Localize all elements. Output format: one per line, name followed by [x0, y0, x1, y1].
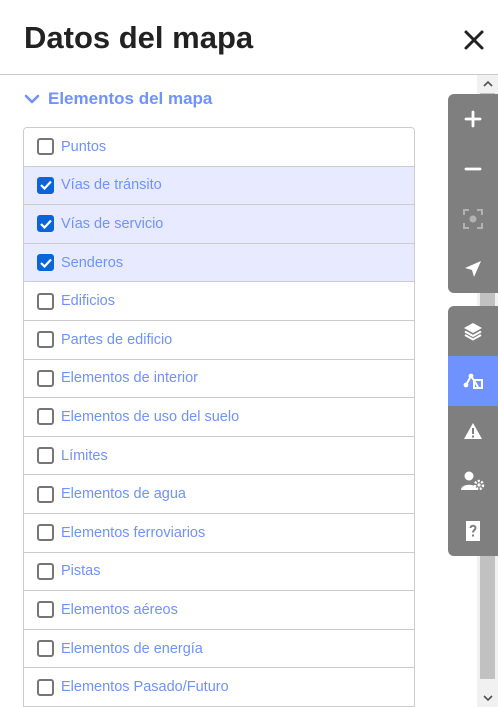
- feature-checkbox[interactable]: [37, 640, 54, 658]
- map-controls-panes: [448, 306, 498, 556]
- scroll-down-icon: [482, 695, 493, 702]
- zoom-to-selection-button[interactable]: [448, 194, 498, 244]
- feature-row[interactable]: Puntos: [24, 128, 414, 167]
- feature-label: Edificios: [61, 293, 115, 310]
- map-data-button[interactable]: [448, 356, 498, 406]
- preferences-button[interactable]: [448, 456, 498, 506]
- feature-label: Elementos de interior: [61, 370, 199, 387]
- feature-label: Partes de edificio: [61, 331, 173, 348]
- feature-label: Elementos de uso del suelo: [61, 408, 240, 425]
- map-controls-zoom: [448, 94, 498, 293]
- close-button[interactable]: [458, 24, 490, 56]
- feature-checkbox[interactable]: [37, 292, 54, 310]
- zoom-in-button[interactable]: [448, 94, 498, 144]
- geolocate-button[interactable]: [448, 244, 498, 293]
- feature-label: Límites: [61, 447, 108, 464]
- feature-label: Pistas: [61, 563, 101, 580]
- close-icon: [464, 30, 484, 50]
- scroll-up-button[interactable]: [477, 75, 498, 92]
- feature-label: Elementos aéreos: [61, 601, 178, 618]
- feature-row[interactable]: Elementos de agua: [24, 475, 414, 514]
- feature-row[interactable]: Elementos ferroviarios: [24, 513, 414, 553]
- feature-row[interactable]: Elementos Pasado/Futuro: [24, 668, 414, 707]
- feature-list: Puntos Vías de tránsito Vías de servicio Se…: [23, 127, 415, 707]
- feature-row[interactable]: Elementos aéreos: [24, 591, 414, 630]
- feature-label: Puntos: [61, 138, 107, 155]
- feature-row[interactable]: Senderos: [24, 243, 414, 283]
- checkmark-icon: [39, 181, 52, 191]
- feature-row[interactable]: Partes de edificio: [24, 320, 414, 360]
- feature-checkbox[interactable]: [37, 408, 54, 426]
- feature-row[interactable]: Elementos de energía: [24, 629, 414, 669]
- layers-button[interactable]: [448, 306, 498, 356]
- feature-checkbox[interactable]: [37, 524, 54, 542]
- feature-checkbox[interactable]: [37, 138, 54, 156]
- panel-header: Datos del mapa: [0, 0, 498, 75]
- scroll-up-icon: [482, 80, 493, 87]
- zoom-out-button[interactable]: [448, 144, 498, 194]
- feature-label: Elementos Pasado/Futuro: [61, 679, 229, 696]
- chevron-down-icon: [24, 94, 40, 104]
- scroll-down-button[interactable]: [477, 690, 498, 707]
- feature-label: Senderos: [61, 254, 124, 271]
- checkmark-icon: [39, 219, 52, 229]
- zoom-to-selection-icon: [463, 209, 483, 229]
- feature-checkbox[interactable]: [37, 485, 54, 503]
- geolocate-icon: [465, 261, 481, 277]
- feature-checkbox[interactable]: [37, 447, 54, 465]
- help-icon: [466, 521, 480, 541]
- feature-checkbox[interactable]: [37, 369, 54, 387]
- zoom-in-icon: [464, 110, 482, 128]
- feature-row[interactable]: Elementos de uso del suelo: [24, 398, 414, 437]
- section-label: Elementos del mapa: [48, 89, 213, 108]
- feature-row[interactable]: Elementos de interior: [24, 359, 414, 399]
- feature-checkbox[interactable]: [37, 562, 54, 580]
- section-toggle-map-features[interactable]: Elementos del mapa: [24, 86, 212, 112]
- feature-label: Vías de servicio: [61, 215, 164, 232]
- checkmark-icon: [39, 258, 52, 268]
- feature-row[interactable]: Vías de servicio: [24, 205, 414, 244]
- feature-label: Elementos ferroviarios: [61, 524, 206, 541]
- feature-checkbox[interactable]: [37, 215, 54, 233]
- page-title: Datos del mapa: [24, 20, 254, 55]
- feature-row[interactable]: Límites: [24, 436, 414, 476]
- feature-checkbox[interactable]: [37, 254, 54, 272]
- preferences-icon: [461, 471, 485, 491]
- feature-checkbox[interactable]: [37, 331, 54, 349]
- layers-icon: [464, 323, 482, 341]
- feature-checkbox[interactable]: [37, 678, 54, 696]
- feature-label: Elementos de energía: [61, 640, 203, 657]
- feature-checkbox[interactable]: [37, 176, 54, 194]
- feature-row[interactable]: Edificios: [24, 282, 414, 321]
- help-button[interactable]: [448, 506, 498, 556]
- feature-row[interactable]: Pistas: [24, 552, 414, 592]
- feature-label: Vías de tránsito: [61, 177, 162, 194]
- map-data-icon: [463, 373, 483, 389]
- feature-label: Elementos de agua: [61, 486, 186, 503]
- issues-icon: [464, 423, 482, 439]
- issues-button[interactable]: [448, 406, 498, 456]
- feature-checkbox[interactable]: [37, 601, 54, 619]
- zoom-out-icon: [464, 167, 482, 171]
- feature-row[interactable]: Vías de tránsito: [24, 166, 414, 206]
